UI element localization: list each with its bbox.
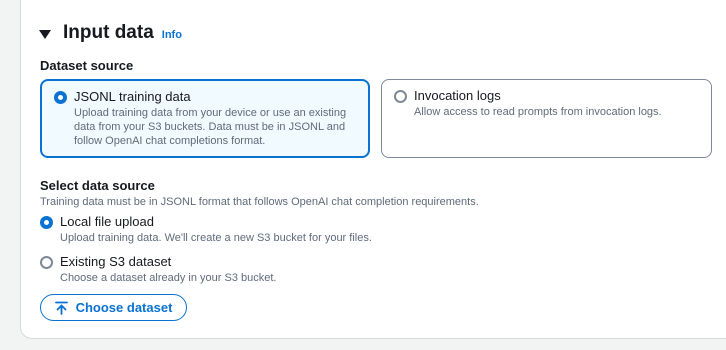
tile-jsonl-training-data[interactable]: JSONL training data Upload training data… [40,79,370,158]
radio-existing-s3-dataset[interactable] [40,256,53,269]
input-data-panel: Input data Info Dataset source JSONL tra… [20,0,726,339]
option-local-file-upload[interactable]: Local file upload Upload training data. … [40,214,372,245]
option-local-label: Local file upload [60,214,154,229]
section-header[interactable]: Input data Info [39,22,182,44]
option-existing-s3-dataset[interactable]: Existing S3 dataset Choose a dataset alr… [40,254,276,285]
info-link[interactable]: Info [162,29,182,41]
radio-invocation-logs[interactable] [394,90,407,103]
radio-local-file-upload[interactable] [40,216,53,229]
section-title: Input data [63,22,154,43]
tile-jsonl-label: JSONL training data [74,89,191,104]
upload-icon [54,301,68,315]
option-existing-label: Existing S3 dataset [60,254,172,269]
caret-down-icon[interactable] [39,29,51,39]
tile-invocation-label: Invocation logs [414,88,501,103]
tile-invocation-logs[interactable]: Invocation logs Allow access to read pro… [381,79,712,158]
option-local-description: Upload training data. We'll create a new… [60,232,372,244]
select-data-source-label: Select data source [40,178,155,193]
tile-jsonl-description: Upload training data from your device or… [74,107,347,147]
radio-jsonl-training-data[interactable] [54,91,67,104]
dataset-source-label: Dataset source [40,58,134,73]
choose-dataset-label: Choose dataset [75,300,173,315]
select-data-source-description: Training data must be in JSONL format th… [40,196,479,208]
tile-invocation-description: Allow access to read prompts from invoca… [414,106,662,118]
option-existing-description: Choose a dataset already in your S3 buck… [60,272,277,284]
choose-dataset-button[interactable]: Choose dataset [40,294,187,321]
